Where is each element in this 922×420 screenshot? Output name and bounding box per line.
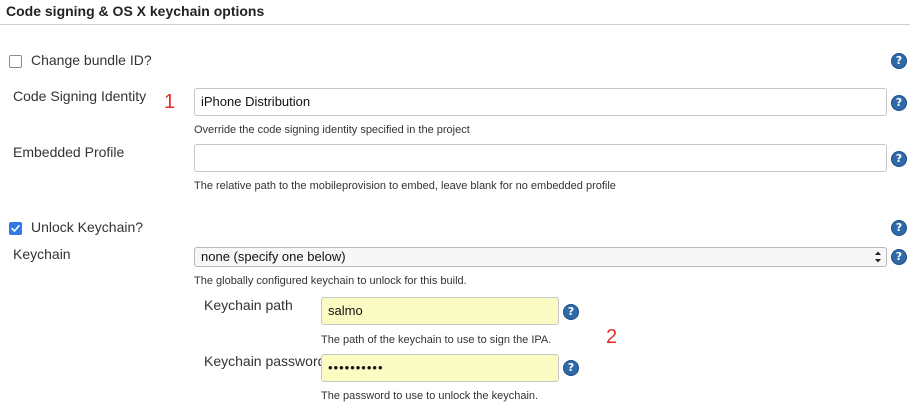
change-bundle-id-label[interactable]: Change bundle ID? bbox=[31, 52, 152, 68]
help-icon[interactable]: ? bbox=[891, 95, 907, 111]
embedded-profile-label: Embedded Profile bbox=[13, 144, 125, 160]
section-title: Code signing & OS X keychain options bbox=[6, 3, 265, 19]
help-icon[interactable]: ? bbox=[891, 151, 907, 167]
unlock-keychain-label[interactable]: Unlock Keychain? bbox=[31, 219, 143, 235]
code-signing-identity-input[interactable]: iPhone Distribution bbox=[194, 88, 887, 116]
keychain-path-input[interactable]: salmo bbox=[321, 297, 559, 325]
embedded-profile-description: The relative path to the mobileprovision… bbox=[194, 180, 616, 192]
annotation-number-2: 2 bbox=[606, 326, 618, 348]
keychain-select-value: none (specify one below) bbox=[201, 249, 346, 264]
help-icon[interactable]: ? bbox=[891, 220, 907, 236]
keychain-password-description: The password to use to unlock the keycha… bbox=[321, 390, 539, 402]
help-icon[interactable]: ? bbox=[891, 249, 907, 265]
keychain-label: Keychain bbox=[13, 246, 71, 262]
keychain-password-input[interactable]: •••••••••• bbox=[321, 354, 559, 382]
keychain-path-label: Keychain path bbox=[204, 297, 293, 313]
code-signing-identity-label: Code Signing Identity bbox=[13, 88, 147, 104]
section-divider bbox=[0, 24, 910, 25]
code-signing-identity-description: Override the code signing identity speci… bbox=[194, 124, 470, 136]
change-bundle-id-checkbox[interactable] bbox=[9, 55, 22, 68]
annotation-number-1: 1 bbox=[164, 91, 176, 113]
embedded-profile-input[interactable] bbox=[194, 144, 887, 172]
help-icon[interactable]: ? bbox=[563, 304, 579, 320]
keychain-password-label: Keychain password bbox=[204, 353, 326, 369]
help-icon[interactable]: ? bbox=[891, 53, 907, 69]
checkmark-icon bbox=[11, 225, 20, 232]
keychain-path-description: The path of the keychain to use to sign … bbox=[321, 334, 552, 346]
unlock-keychain-checkbox[interactable] bbox=[9, 222, 22, 235]
keychain-select[interactable]: none (specify one below) bbox=[194, 247, 887, 267]
select-arrows-icon bbox=[875, 251, 881, 263]
help-icon[interactable]: ? bbox=[563, 360, 579, 376]
keychain-description: The globally configured keychain to unlo… bbox=[194, 275, 467, 287]
